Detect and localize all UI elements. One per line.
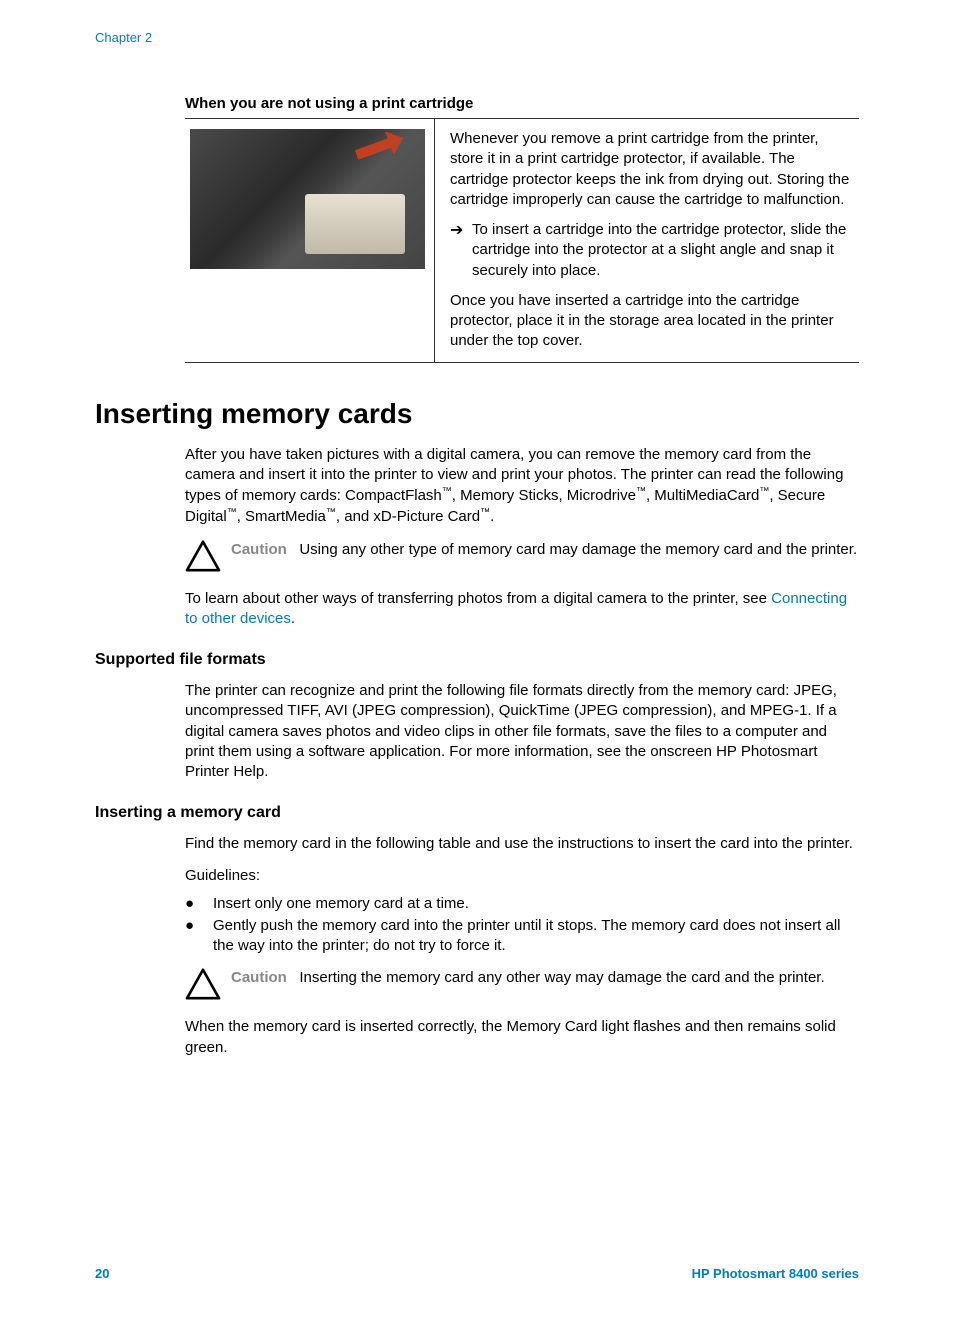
trademark-icon: ™ — [636, 486, 646, 497]
list-item: ● Gently push the memory card into the p… — [185, 916, 859, 957]
caution-triangle-icon — [185, 968, 221, 1005]
cartridge-protector-image — [190, 129, 425, 269]
learn-suffix: . — [291, 610, 295, 627]
trademark-icon: ™ — [759, 486, 769, 497]
caution-block-2: Caution Inserting the memory card any ot… — [185, 968, 859, 1005]
closing-para: When the memory card is inserted correct… — [185, 1017, 859, 1058]
intro-text-6: , and xD-Picture Card — [336, 508, 480, 525]
caution-triangle-icon — [185, 540, 221, 577]
chapter-header: Chapter 2 — [95, 30, 859, 45]
guidelines-label: Guidelines: — [185, 867, 859, 884]
arrow-right-icon: ➔ — [450, 220, 472, 281]
trademark-icon: ™ — [442, 486, 452, 497]
list-item: ● Insert only one memory card at a time. — [185, 894, 859, 914]
page-footer: 20 HP Photosmart 8400 series — [95, 1266, 859, 1281]
bullet-text-1: Insert only one memory card at a time. — [213, 894, 469, 914]
bullet-text-2: Gently push the memory card into the pri… — [213, 916, 859, 957]
trademark-icon: ™ — [227, 507, 237, 518]
table-title: When you are not using a print cartridge — [185, 95, 859, 112]
heading-inserting-memory-cards: Inserting memory cards — [95, 398, 859, 430]
intro-text-3: , MultiMediaCard — [646, 487, 759, 504]
insert-card-para: Find the memory card in the following ta… — [185, 834, 859, 854]
table-para-1: Whenever you remove a print cartridge fr… — [450, 129, 854, 210]
bullet-icon: ● — [185, 916, 213, 957]
learn-prefix: To learn about other ways of transferrin… — [185, 590, 771, 607]
heading-supported-file-formats: Supported file formats — [95, 651, 859, 669]
heading-inserting-memory-card: Inserting a memory card — [95, 804, 859, 822]
caution-label: Caution — [231, 541, 287, 558]
bullet-icon: ● — [185, 894, 213, 914]
caution-text-1: Using any other type of memory card may … — [299, 541, 857, 558]
intro-text-7: . — [490, 508, 494, 525]
cartridge-image-cell — [185, 119, 435, 362]
caution-text-2: Inserting the memory card any other way … — [299, 969, 824, 986]
caution-block-1: Caution Using any other type of memory c… — [185, 540, 859, 577]
cartridge-table: Whenever you remove a print cartridge fr… — [185, 118, 859, 363]
trademark-icon: ™ — [326, 507, 336, 518]
guidelines-list: ● Insert only one memory card at a time.… — [185, 894, 859, 957]
cartridge-text-cell: Whenever you remove a print cartridge fr… — [435, 119, 859, 362]
product-name: HP Photosmart 8400 series — [692, 1266, 859, 1281]
table-para-2: Once you have inserted a cartridge into … — [450, 291, 854, 352]
table-arrow-item: To insert a cartridge into the cartridge… — [472, 220, 854, 281]
supported-formats-para: The printer can recognize and print the … — [185, 681, 859, 782]
page-number: 20 — [95, 1266, 109, 1281]
caution-label: Caution — [231, 969, 287, 986]
learn-paragraph: To learn about other ways of transferrin… — [185, 589, 859, 630]
intro-text-5: , SmartMedia — [237, 508, 326, 525]
trademark-icon: ™ — [480, 507, 490, 518]
intro-text-2: , Memory Sticks, Microdrive — [452, 487, 636, 504]
intro-paragraph: After you have taken pictures with a dig… — [185, 445, 859, 528]
